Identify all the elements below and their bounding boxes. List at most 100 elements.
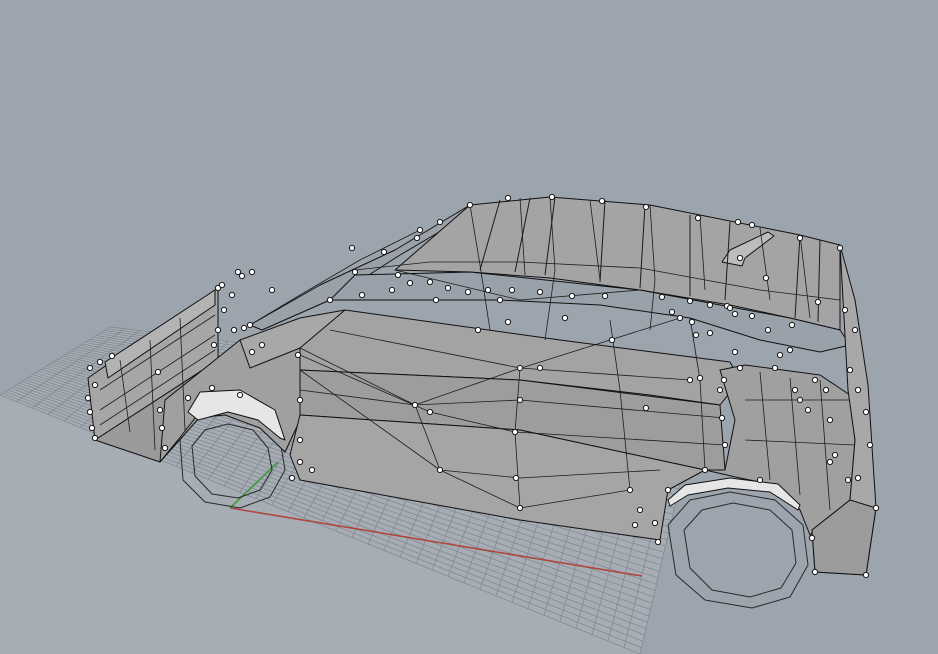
control-point[interactable] xyxy=(511,428,519,436)
control-point[interactable] xyxy=(406,279,414,287)
control-point[interactable] xyxy=(831,451,839,459)
control-point[interactable] xyxy=(822,386,830,394)
control-point[interactable] xyxy=(296,436,304,444)
control-point[interactable] xyxy=(246,321,254,329)
control-point[interactable] xyxy=(394,271,402,279)
control-point[interactable] xyxy=(208,384,216,392)
control-point[interactable] xyxy=(258,341,266,349)
control-point[interactable] xyxy=(348,244,356,252)
control-point[interactable] xyxy=(716,386,724,394)
control-point[interactable] xyxy=(854,474,862,482)
control-point[interactable] xyxy=(96,358,104,366)
control-point[interactable] xyxy=(426,278,434,286)
control-point[interactable] xyxy=(734,218,742,226)
control-point[interactable] xyxy=(84,394,92,402)
control-point[interactable] xyxy=(788,321,796,329)
roof[interactable] xyxy=(394,196,841,331)
control-point[interactable] xyxy=(726,304,734,312)
control-point[interactable] xyxy=(296,396,304,404)
control-point[interactable] xyxy=(736,254,744,262)
control-point[interactable] xyxy=(512,474,520,482)
control-point[interactable] xyxy=(776,351,784,359)
control-point[interactable] xyxy=(846,366,854,374)
control-point[interactable] xyxy=(91,381,99,389)
control-point[interactable] xyxy=(388,286,396,294)
control-point[interactable] xyxy=(771,364,779,372)
control-point[interactable] xyxy=(808,534,816,542)
control-point[interactable] xyxy=(872,504,880,512)
control-point[interactable] xyxy=(814,298,822,306)
control-point[interactable] xyxy=(240,324,248,332)
control-point[interactable] xyxy=(841,306,849,314)
control-point[interactable] xyxy=(796,396,804,404)
control-point[interactable] xyxy=(731,348,739,356)
control-point[interactable] xyxy=(326,296,334,304)
control-point[interactable] xyxy=(748,221,756,229)
control-point[interactable] xyxy=(158,424,166,432)
control-point[interactable] xyxy=(851,326,859,334)
control-point[interactable] xyxy=(474,326,482,334)
control-point[interactable] xyxy=(484,286,492,294)
control-point[interactable] xyxy=(626,486,634,494)
control-point[interactable] xyxy=(88,424,96,432)
control-point[interactable] xyxy=(108,352,116,360)
control-point[interactable] xyxy=(210,341,218,349)
control-point[interactable] xyxy=(686,376,694,384)
control-point[interactable] xyxy=(248,348,256,356)
control-point[interactable] xyxy=(836,244,844,252)
control-point[interactable] xyxy=(411,401,419,409)
control-point[interactable] xyxy=(308,466,316,474)
control-point[interactable] xyxy=(548,193,556,201)
control-point[interactable] xyxy=(432,296,440,304)
viewport-canvas[interactable] xyxy=(0,0,938,654)
control-point[interactable] xyxy=(811,568,819,576)
control-point[interactable] xyxy=(608,336,616,344)
control-point[interactable] xyxy=(230,326,238,334)
control-point[interactable] xyxy=(444,284,452,292)
control-point[interactable] xyxy=(504,318,512,326)
control-point[interactable] xyxy=(86,364,94,372)
control-point[interactable] xyxy=(568,292,576,300)
control-point[interactable] xyxy=(536,288,544,296)
control-point[interactable] xyxy=(688,318,696,326)
control-point[interactable] xyxy=(214,326,222,334)
control-point[interactable] xyxy=(866,441,874,449)
rear-wheel[interactable] xyxy=(667,491,809,609)
control-point[interactable] xyxy=(692,331,700,339)
control-point[interactable] xyxy=(748,312,756,320)
control-point[interactable] xyxy=(228,291,236,299)
control-point[interactable] xyxy=(294,351,302,359)
control-point[interactable] xyxy=(504,194,512,202)
control-point[interactable] xyxy=(516,504,524,512)
control-point[interactable] xyxy=(156,406,164,414)
control-point[interactable] xyxy=(536,364,544,372)
control-point[interactable] xyxy=(720,376,728,384)
control-point[interactable] xyxy=(516,396,524,404)
control-point[interactable] xyxy=(426,408,434,416)
control-point[interactable] xyxy=(220,306,228,314)
control-point[interactable] xyxy=(706,329,714,337)
control-point[interactable] xyxy=(631,521,639,529)
control-point[interactable] xyxy=(91,434,99,442)
control-point[interactable] xyxy=(466,201,474,209)
control-point[interactable] xyxy=(296,458,304,466)
control-point[interactable] xyxy=(791,386,799,394)
control-point[interactable] xyxy=(86,408,94,416)
control-point[interactable] xyxy=(184,394,192,402)
control-point[interactable] xyxy=(436,218,444,226)
control-point[interactable] xyxy=(380,248,388,256)
control-point[interactable] xyxy=(796,234,804,242)
control-point[interactable] xyxy=(161,444,169,452)
control-point[interactable] xyxy=(642,404,650,412)
control-point[interactable] xyxy=(516,364,524,372)
control-point[interactable] xyxy=(694,214,702,222)
control-point[interactable] xyxy=(811,376,819,384)
control-point[interactable] xyxy=(701,466,709,474)
control-point[interactable] xyxy=(826,458,834,466)
control-point[interactable] xyxy=(721,441,729,449)
control-point[interactable] xyxy=(736,364,744,372)
control-point[interactable] xyxy=(764,326,772,334)
control-point[interactable] xyxy=(658,293,666,301)
control-point[interactable] xyxy=(804,406,812,414)
control-point[interactable] xyxy=(844,476,852,484)
